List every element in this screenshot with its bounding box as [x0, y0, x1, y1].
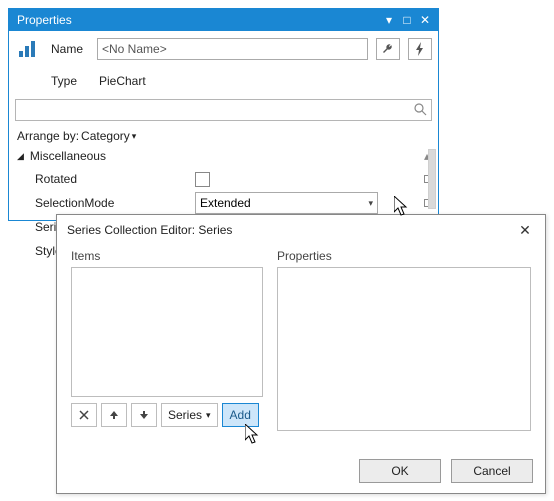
type-value: PieChart — [97, 74, 146, 88]
dialog-body: Items Series ▾ Add — [57, 245, 545, 431]
dropdown-icon[interactable]: ▾ — [380, 12, 398, 28]
selectionmode-select[interactable]: Extended ▾ — [195, 192, 378, 214]
chevron-down-icon: ▾ — [132, 131, 137, 142]
close-icon[interactable]: ✕ — [515, 220, 535, 240]
type-label: Type — [51, 74, 89, 88]
arrange-value: Category — [81, 129, 130, 143]
search-row — [9, 99, 438, 125]
rotated-checkbox[interactable] — [195, 172, 210, 187]
chevron-down-icon: ▾ — [206, 410, 211, 421]
wrench-button[interactable] — [376, 38, 400, 60]
dialog-footer: OK Cancel — [359, 459, 533, 483]
titlebar: Properties ▾ □ ✕ — [9, 9, 438, 31]
close-icon[interactable]: ✕ — [416, 12, 434, 28]
dialog-title: Series Collection Editor: Series — [67, 223, 515, 237]
name-row: Name — [9, 31, 438, 67]
search-input[interactable] — [15, 99, 432, 121]
panel-title: Properties — [17, 13, 380, 27]
lightning-button[interactable] — [408, 38, 432, 60]
move-down-button[interactable] — [131, 403, 157, 427]
arrange-row[interactable]: Arrange by: Category ▾ — [9, 125, 438, 147]
series-editor-dialog: Series Collection Editor: Series ✕ Items… — [56, 214, 546, 494]
properties-panel: Properties ▾ □ ✕ Name Type PieChart — [8, 8, 439, 221]
ok-button[interactable]: OK — [359, 459, 441, 483]
prop-selectionmode: SelectionMode Extended ▾ — [35, 191, 432, 215]
arrange-label: Arrange by: — [17, 129, 79, 143]
prop-rotated: Rotated — [35, 167, 432, 191]
expand-icon: ◢ — [17, 151, 24, 162]
chevron-down-icon: ▾ — [368, 198, 373, 209]
selectionmode-label: SelectionMode — [35, 196, 195, 210]
name-input[interactable] — [97, 38, 368, 60]
name-label: Name — [51, 42, 89, 56]
spacer — [15, 67, 43, 95]
properties-column: Properties — [277, 249, 531, 431]
add-label: Add — [230, 408, 251, 422]
series-type-label: Series — [168, 408, 202, 422]
items-column: Items Series ▾ Add — [71, 249, 263, 431]
cancel-button[interactable]: Cancel — [451, 459, 533, 483]
properties-box[interactable] — [277, 267, 531, 431]
items-toolbar: Series ▾ Add — [71, 403, 263, 427]
group-miscellaneous[interactable]: ◢ Miscellaneous ▴ — [9, 147, 438, 165]
selectionmode-value: Extended — [200, 196, 251, 210]
add-button[interactable]: Add — [222, 403, 259, 427]
scrollbar-thumb[interactable] — [428, 149, 436, 209]
group-label: Miscellaneous — [30, 149, 106, 163]
dialog-titlebar: Series Collection Editor: Series ✕ — [57, 215, 545, 245]
properties-label: Properties — [277, 249, 531, 263]
type-row: Type PieChart — [9, 67, 438, 99]
items-label: Items — [71, 249, 263, 263]
maximize-icon[interactable]: □ — [398, 12, 416, 28]
move-up-button[interactable] — [101, 403, 127, 427]
rotated-label: Rotated — [35, 172, 195, 186]
series-type-select[interactable]: Series ▾ — [161, 403, 218, 427]
remove-button[interactable] — [71, 403, 97, 427]
items-listbox[interactable] — [71, 267, 263, 397]
chart-icon — [15, 35, 43, 63]
